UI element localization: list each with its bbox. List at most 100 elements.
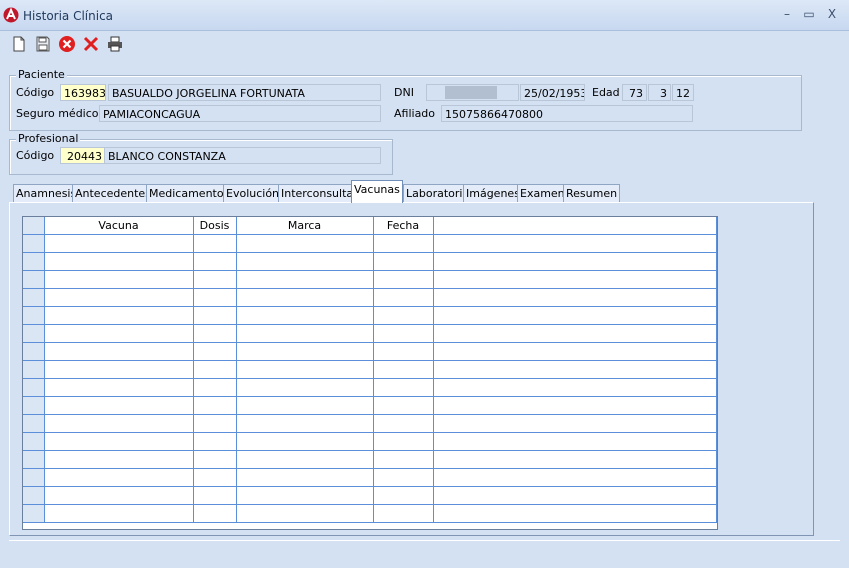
grid-cell[interactable] — [193, 468, 237, 487]
grid-cell[interactable] — [236, 306, 374, 325]
tab-imagenes[interactable]: Imágenes — [463, 184, 523, 203]
table-row[interactable] — [23, 360, 717, 379]
grid-cell[interactable] — [373, 234, 434, 253]
column-header-vacuna[interactable]: Vacuna — [44, 217, 194, 235]
row-header-cell[interactable] — [23, 450, 45, 469]
grid-cell[interactable] — [373, 504, 434, 523]
grid-cell[interactable] — [373, 432, 434, 451]
grid-cell[interactable] — [44, 252, 194, 271]
grid-cell[interactable] — [373, 252, 434, 271]
table-row[interactable] — [23, 324, 717, 343]
grid-cell[interactable] — [193, 396, 237, 415]
tab-medicamentos[interactable]: Medicamentos — [146, 184, 233, 203]
row-header-cell[interactable] — [23, 396, 45, 415]
grid-cell[interactable] — [44, 504, 194, 523]
grid-cell[interactable] — [373, 468, 434, 487]
grid-cell[interactable] — [193, 432, 237, 451]
grid-cell[interactable] — [193, 252, 237, 271]
grid-cell[interactable] — [373, 342, 434, 361]
table-row[interactable] — [23, 234, 717, 253]
grid-cell[interactable] — [44, 486, 194, 505]
grid-cell[interactable] — [236, 360, 374, 379]
tab-resumen[interactable]: Resumen — [563, 184, 621, 203]
row-header-cell[interactable] — [23, 378, 45, 397]
close-button[interactable]: X — [821, 5, 843, 23]
cancel-icon[interactable] — [58, 35, 76, 53]
fecha-nacimiento-field[interactable]: 25/02/1953 — [520, 84, 585, 101]
grid-cell[interactable] — [236, 432, 374, 451]
tab-anamnesis[interactable]: Anamnesis — [13, 184, 80, 203]
table-row[interactable] — [23, 270, 717, 289]
table-row[interactable] — [23, 378, 717, 397]
grid-cell[interactable] — [193, 414, 237, 433]
grid-cell[interactable] — [193, 378, 237, 397]
grid-cell[interactable] — [236, 234, 374, 253]
save-icon[interactable] — [34, 35, 52, 53]
table-row[interactable] — [23, 504, 717, 523]
grid-cell[interactable] — [193, 450, 237, 469]
afiliado-field[interactable]: 15075866470800 — [441, 105, 693, 122]
row-header-cell[interactable] — [23, 414, 45, 433]
grid-cell[interactable] — [44, 396, 194, 415]
table-row[interactable] — [23, 432, 717, 451]
paciente-codigo-field[interactable]: 163983 — [60, 84, 106, 101]
vacunas-grid[interactable]: Vacuna Dosis Marca Fecha — [22, 216, 718, 530]
grid-cell[interactable] — [44, 414, 194, 433]
tab-interconsultas[interactable]: Interconsultas — [278, 184, 362, 203]
row-header-cell[interactable] — [23, 504, 45, 523]
grid-cell[interactable] — [193, 342, 237, 361]
table-row[interactable] — [23, 342, 717, 361]
grid-cell[interactable] — [44, 234, 194, 253]
table-row[interactable] — [23, 414, 717, 433]
row-header-cell[interactable] — [23, 360, 45, 379]
grid-cell[interactable] — [236, 504, 374, 523]
table-row[interactable] — [23, 288, 717, 307]
grid-cell[interactable] — [373, 486, 434, 505]
grid-cell[interactable] — [373, 306, 434, 325]
minimize-button[interactable]: – — [776, 5, 798, 23]
grid-cell[interactable] — [373, 378, 434, 397]
grid-cell[interactable] — [236, 486, 374, 505]
maximize-button[interactable]: ▭ — [798, 5, 820, 23]
grid-cell[interactable] — [193, 360, 237, 379]
table-row[interactable] — [23, 450, 717, 469]
row-header-cell[interactable] — [23, 432, 45, 451]
tab-laboratorio[interactable]: Laboratorio — [403, 184, 473, 203]
column-header-dosis[interactable]: Dosis — [193, 217, 237, 235]
tab-vacunas[interactable]: Vacunas — [351, 180, 403, 203]
row-header-cell[interactable] — [23, 234, 45, 253]
grid-cell[interactable] — [236, 396, 374, 415]
column-header-fecha[interactable]: Fecha — [373, 217, 434, 235]
grid-cell[interactable] — [193, 306, 237, 325]
tab-antecedentes[interactable]: Antecedentes — [72, 184, 154, 203]
row-header-cell[interactable] — [23, 468, 45, 487]
grid-cell[interactable] — [373, 360, 434, 379]
grid-cell[interactable] — [193, 324, 237, 343]
grid-cell[interactable] — [373, 396, 434, 415]
grid-cell[interactable] — [373, 414, 434, 433]
grid-cell[interactable] — [44, 468, 194, 487]
row-header-cell[interactable] — [23, 324, 45, 343]
grid-cell[interactable] — [373, 270, 434, 289]
row-header-cell[interactable] — [23, 486, 45, 505]
grid-cell[interactable] — [44, 378, 194, 397]
grid-cell[interactable] — [193, 486, 237, 505]
grid-cell[interactable] — [193, 234, 237, 253]
grid-cell[interactable] — [44, 342, 194, 361]
delete-icon[interactable] — [82, 35, 100, 53]
table-row[interactable] — [23, 252, 717, 271]
row-header-cell[interactable] — [23, 306, 45, 325]
grid-cell[interactable] — [44, 306, 194, 325]
grid-cell[interactable] — [236, 378, 374, 397]
grid-cell[interactable] — [236, 324, 374, 343]
grid-cell[interactable] — [193, 504, 237, 523]
grid-cell[interactable] — [373, 450, 434, 469]
grid-cell[interactable] — [236, 288, 374, 307]
dni-field[interactable] — [426, 84, 519, 101]
grid-cell[interactable] — [236, 270, 374, 289]
grid-cell[interactable] — [44, 450, 194, 469]
table-row[interactable] — [23, 468, 717, 487]
grid-cell[interactable] — [44, 288, 194, 307]
grid-cell[interactable] — [236, 450, 374, 469]
edad-dias-field[interactable]: 12 — [672, 84, 694, 101]
